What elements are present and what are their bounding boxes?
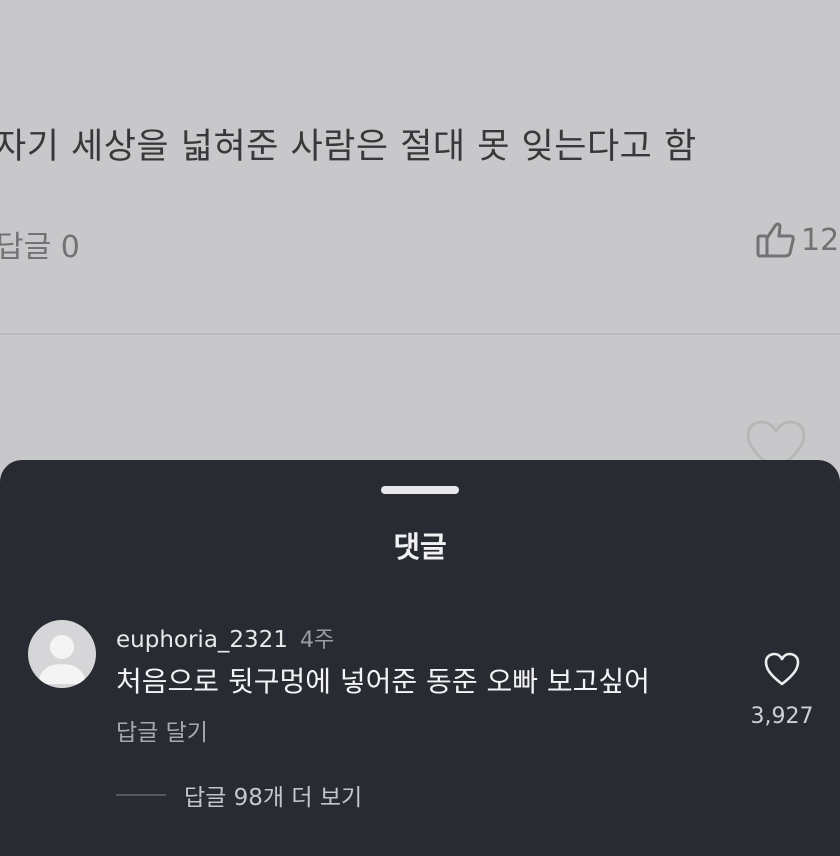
default-avatar-icon xyxy=(38,635,86,684)
avatar[interactable] xyxy=(28,620,96,688)
heart-outline-icon[interactable] xyxy=(763,651,801,687)
comment-header: euphoria_2321 4주 xyxy=(116,622,334,654)
comments-sheet: 댓글 euphoria_2321 4주 처음으로 뒷구멍에 넣어준 동준 오빠 … xyxy=(0,460,840,856)
reply-button[interactable]: 답글 달기 xyxy=(116,713,208,747)
comment-timestamp: 4주 xyxy=(299,628,335,653)
sheet-drag-handle[interactable] xyxy=(381,486,459,494)
more-replies-line xyxy=(116,794,166,796)
comment-like-count: 3,927 xyxy=(750,704,814,729)
comment-username[interactable]: euphoria_2321 xyxy=(116,627,288,653)
comment-text: 처음으로 뒷구멍에 넣어준 동준 오빠 보고싶어 xyxy=(116,665,650,698)
sheet-title: 댓글 xyxy=(393,530,447,564)
view-more-replies-button[interactable]: 답글 98개 더 보기 xyxy=(184,778,362,812)
